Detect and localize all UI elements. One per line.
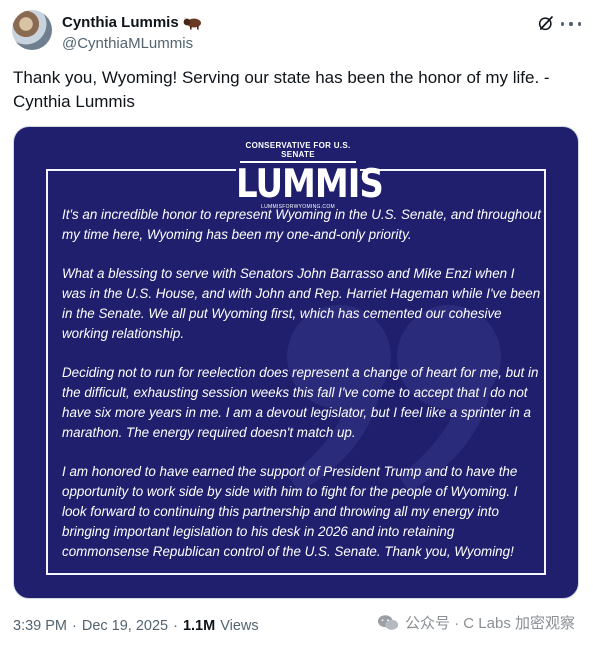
- tweet-media-image[interactable]: CONSERVATIVE FOR U.S. SENATE LUMMIS LUMM…: [13, 126, 579, 599]
- statement-paragraph: Deciding not to run for reelection does …: [62, 365, 539, 440]
- name-row: Cynthia Lummis: [62, 14, 203, 31]
- watermark-text: 公众号 · C Labs 加密观察: [404, 615, 575, 632]
- user-handle[interactable]: @CynthiaMLummis: [62, 35, 193, 52]
- tweet-text: Thank you, Wyoming! Serving our state ha…: [13, 68, 550, 111]
- tweet-header: Cynthia Lummis @CynthiaMLummis: [12, 8, 581, 58]
- grok-icon[interactable]: [537, 14, 555, 32]
- statement-text: It's an incredible honor to represent Wy…: [62, 205, 542, 581]
- meta-separator: ·: [72, 618, 77, 634]
- statement-paragraph: I am honored to have earned the support …: [62, 464, 518, 559]
- bison-icon: [183, 16, 201, 29]
- statement-paragraph: It's an incredible honor to represent Wy…: [62, 207, 541, 242]
- display-name[interactable]: Cynthia Lummis: [62, 14, 179, 31]
- logo-name: LUMMIS: [236, 161, 384, 208]
- views-count[interactable]: 1.1M: [183, 618, 215, 634]
- campaign-logo: CONSERVATIVE FOR U.S. SENATE LUMMIS LUMM…: [236, 139, 384, 210]
- watermark: 公众号 · C Labs 加密观察: [377, 612, 575, 633]
- tweet-date[interactable]: Dec 19, 2025: [82, 618, 168, 634]
- wechat-icon: [377, 614, 399, 630]
- avatar[interactable]: [12, 10, 52, 50]
- tweet-time[interactable]: 3:39 PM: [13, 618, 67, 634]
- statement-paragraph: What a blessing to serve with Senators J…: [62, 266, 541, 341]
- logo-tagline: CONSERVATIVE FOR U.S. SENATE: [245, 141, 351, 159]
- more-icon[interactable]: [561, 14, 581, 34]
- meta-separator: ·: [173, 618, 178, 634]
- tweet-meta: 3:39 PM · Dec 19, 2025 · 1.1M Views: [13, 618, 259, 634]
- views-label: Views: [220, 618, 259, 634]
